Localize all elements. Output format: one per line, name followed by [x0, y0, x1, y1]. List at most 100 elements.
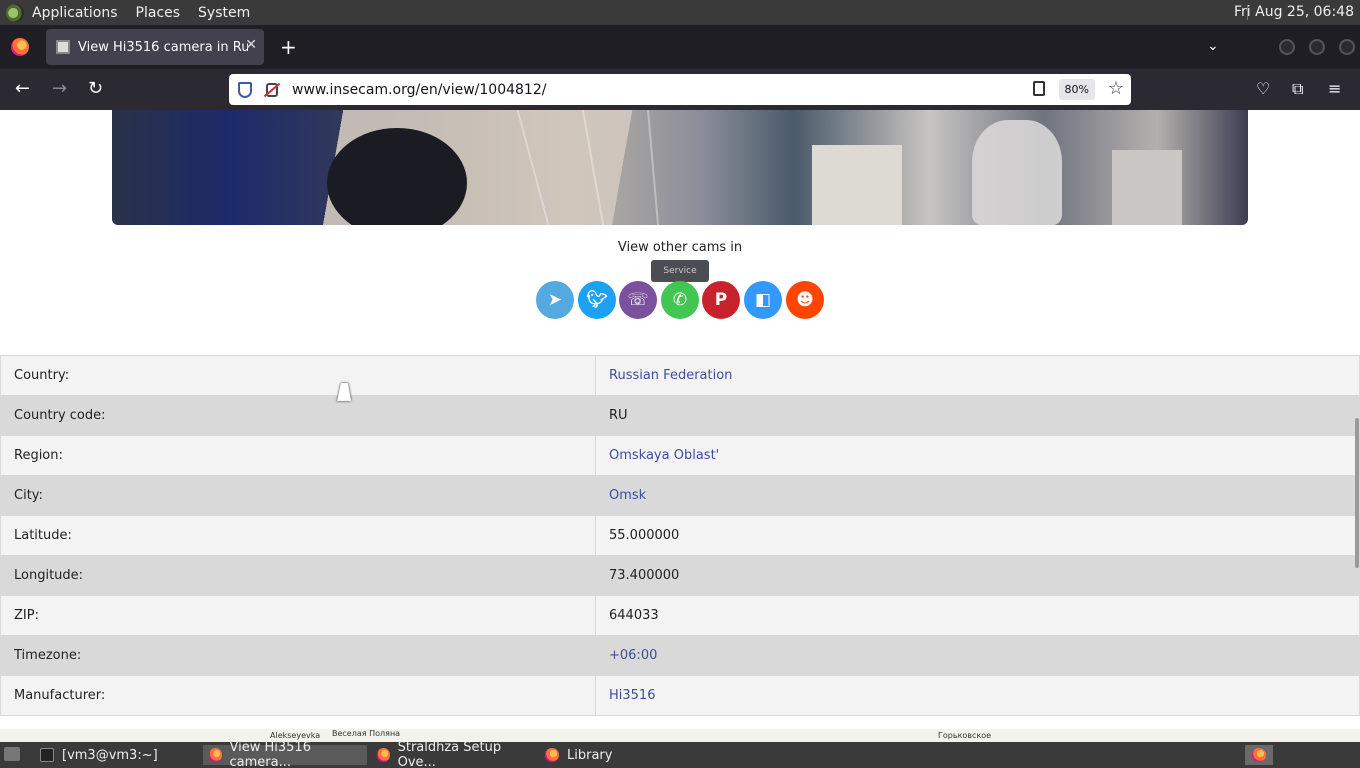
info-value[interactable]: Omskaya Oblast' [595, 435, 1360, 476]
pinterest-share-button[interactable]: P [702, 281, 740, 319]
telegram-share-button[interactable]: ➤ [536, 281, 574, 319]
taskbar-item-label: [vm3@vm3:~] [62, 747, 158, 763]
tray-firefox-button[interactable] [1245, 745, 1273, 765]
info-value[interactable]: Hi3516 [595, 675, 1360, 716]
camera-image[interactable] [112, 110, 1248, 225]
twitter-icon: 🐦︎ [586, 290, 608, 310]
info-key: ZIP: [0, 595, 596, 636]
info-value-link[interactable]: Hi3516 [609, 688, 655, 703]
taskbar-item-terminal[interactable]: [vm3@vm3:~] [34, 745, 198, 765]
insecure-lock-icon[interactable] [266, 82, 278, 97]
camera-image-region [972, 120, 1062, 225]
camera-image-region [327, 128, 467, 225]
firefox-icon [209, 748, 222, 762]
url-text[interactable]: www.insecam.org/en/view/1004812/ [292, 82, 546, 98]
show-desktop-icon[interactable] [4, 747, 20, 761]
info-value[interactable]: Russian Federation [595, 355, 1360, 396]
taskbar-item-library[interactable]: Library [539, 745, 649, 765]
info-key: Manufacturer: [0, 675, 596, 716]
table-row: Timezone: +06:00 [0, 635, 1360, 676]
info-key: Longitude: [0, 555, 596, 596]
camera-info-table: Country: Russian Federation Country code: R… [0, 355, 1360, 716]
info-key: Country code: [0, 395, 596, 436]
chevron-down-icon[interactable]: ⌄ [1207, 38, 1219, 54]
tab-strip: View Hi3516 camera in Russ ✕ + ⌄ [0, 25, 1360, 69]
info-key: Region: [0, 435, 596, 476]
viber-icon: ☏ [627, 290, 649, 310]
info-value-link[interactable]: Russian Federation [609, 368, 732, 383]
tab-title: View Hi3516 camera in Russ [78, 39, 248, 55]
table-row: City: Omsk [0, 475, 1360, 516]
applications-menu[interactable]: Applications [32, 5, 118, 21]
info-value-link[interactable]: +06:00 [609, 648, 657, 663]
twitter-share-button[interactable]: 🐦︎ [578, 281, 616, 319]
extensions-icon[interactable]: ⧉ [1292, 79, 1303, 99]
service-tooltip: Service [651, 260, 709, 282]
tracking-shield-icon[interactable] [238, 81, 252, 98]
info-value-link[interactable]: Omsk [609, 488, 646, 503]
taskbar-item-firefox-straldhza[interactable]: Straldhza Setup Ove... [371, 740, 535, 768]
viber-share-button[interactable]: ☏ [619, 281, 657, 319]
places-menu[interactable]: Places [136, 5, 181, 21]
table-row: Region: Omskaya Oblast' [0, 435, 1360, 476]
table-row: Manufacturer: Hi3516 [0, 675, 1360, 716]
reload-icon[interactable]: ↻ [88, 79, 103, 99]
taskbar-item-label: Straldhza Setup Ove... [397, 740, 502, 768]
top-panel: Applications Places System Fri Aug 25, 0… [0, 0, 1360, 25]
info-key: Latitude: [0, 515, 596, 556]
taskbar-item-label: Library [567, 747, 613, 763]
back-arrow-icon[interactable]: ← [15, 79, 30, 99]
info-value[interactable]: +06:00 [595, 635, 1360, 676]
telegram-icon: ➤ [547, 290, 563, 310]
taskbar-item-firefox-insecam[interactable]: View Hi3516 camera... [203, 740, 367, 768]
info-key: Timezone: [0, 635, 596, 676]
delicious-share-button[interactable]: ◧ [744, 281, 782, 319]
table-row: Country: Russian Federation [0, 355, 1360, 396]
whatsapp-icon: ✆ [672, 290, 688, 310]
reddit-share-button[interactable]: ☻ [786, 281, 824, 319]
system-menu[interactable]: System [198, 5, 250, 21]
firefox-icon [377, 748, 390, 762]
tab-favicon-icon [56, 40, 70, 54]
reader-view-icon[interactable] [1033, 81, 1045, 96]
info-value-link[interactable]: Omskaya Oblast' [609, 448, 719, 463]
terminal-icon [40, 748, 54, 762]
hamburger-menu-icon[interactable]: ≡ [1328, 79, 1341, 98]
close-window-button[interactable] [1339, 39, 1355, 55]
taskbar: [vm3@vm3:~] View Hi3516 camera... Strald… [0, 740, 1360, 768]
map-preview[interactable]: Alekseyevka Веселая Поляна Горьковское [0, 729, 1360, 742]
info-value[interactable]: Omsk [595, 475, 1360, 516]
pocket-icon[interactable]: ♡ [1256, 79, 1270, 98]
firefox-icon [545, 748, 559, 762]
forward-arrow-icon[interactable]: → [52, 79, 67, 99]
page-scrollbar[interactable] [1355, 418, 1359, 568]
zoom-level-button[interactable]: 80% [1058, 79, 1095, 100]
taskbar-item-label: View Hi3516 camera... [229, 740, 311, 768]
map-label: Alekseyevka [270, 731, 321, 740]
bookmark-star-icon[interactable]: ☆ [1108, 78, 1124, 99]
minimize-button[interactable] [1279, 39, 1295, 55]
map-label: Горьковское [938, 731, 992, 740]
firefox-icon [1252, 748, 1266, 762]
firefox-view-icon[interactable] [11, 38, 29, 56]
map-label: Веселая Поляна [332, 729, 401, 738]
distro-logo-icon[interactable] [6, 3, 24, 22]
info-value: 644033 [595, 595, 1360, 636]
tab-active[interactable]: View Hi3516 camera in Russ ✕ [46, 29, 264, 65]
table-row: Country code: RU [0, 395, 1360, 436]
reddit-icon: ☻ [796, 290, 814, 310]
clock[interactable]: Fri Aug 25, 06:48 [1234, 4, 1354, 20]
new-tab-icon[interactable]: + [280, 35, 297, 59]
info-value: RU [595, 395, 1360, 436]
view-other-cams-text: View other cams in [617, 240, 743, 255]
maximize-button[interactable] [1309, 39, 1325, 55]
tab-close-icon[interactable]: ✕ [245, 37, 257, 53]
table-row: Latitude: 55.000000 [0, 515, 1360, 556]
camera-image-region [1112, 150, 1182, 225]
url-bar[interactable]: www.insecam.org/en/view/1004812/ 80% ☆ [229, 74, 1131, 105]
whatsapp-share-button[interactable]: ✆ [661, 281, 699, 319]
info-value: 73.400000 [595, 555, 1360, 596]
delicious-icon: ◧ [754, 290, 772, 310]
camera-image-region [812, 145, 902, 225]
page-content: View other cams in Service ➤ 🐦︎ ☏ ✆ P ◧ … [0, 110, 1360, 742]
